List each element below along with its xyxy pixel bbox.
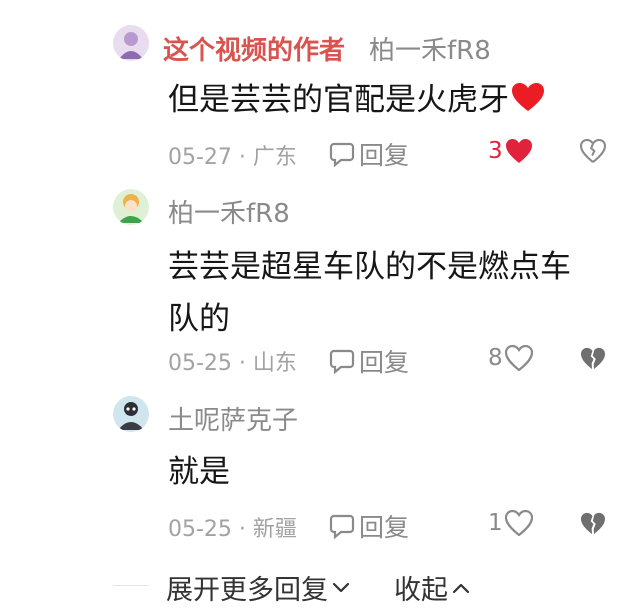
comment-text-line-2: 队的	[168, 301, 230, 337]
comment-text: 芸芸是超星车队的不是燃点车 队的	[168, 241, 571, 345]
dislike-button[interactable]	[579, 138, 607, 167]
collapse-label: 收起	[394, 575, 448, 606]
comment-location: 山东	[252, 351, 297, 376]
avatar-image-icon	[113, 25, 149, 61]
comment-meta: 05-25 · 山东	[168, 351, 297, 376]
collapse-button[interactable]: 收起	[394, 568, 470, 607]
comment-bubble-icon	[329, 142, 355, 167]
like-count: 8	[488, 345, 503, 371]
author-tag: 这个视频的作者	[163, 36, 346, 66]
comment-text-content: 但是芸芸的官配是火虎牙	[168, 82, 509, 118]
heart-outline-icon	[504, 345, 533, 371]
like-button[interactable]: 8	[488, 345, 533, 371]
commenter-name[interactable]: 柏一禾fR8	[168, 193, 290, 230]
comment-date: 05-25	[168, 517, 232, 542]
reply-label: 回复	[359, 141, 410, 170]
comment-meta: 05-25 · 新疆	[168, 517, 297, 542]
dislike-button[interactable]	[580, 347, 606, 375]
reply-button[interactable]: 回复	[329, 343, 409, 379]
like-button[interactable]: 3	[488, 138, 533, 164]
broken-heart-icon	[581, 512, 605, 535]
comment-date: 05-25	[168, 351, 232, 376]
heart-outline-icon	[504, 510, 533, 536]
like-count: 1	[488, 510, 503, 536]
chevron-up-icon	[452, 583, 470, 593]
reply-button[interactable]: 回复	[329, 508, 409, 544]
avatar-image-icon	[113, 396, 149, 432]
avatar-image-icon	[113, 189, 149, 225]
avatar[interactable]	[113, 396, 149, 432]
avatar[interactable]	[113, 25, 149, 61]
comment-text: 就是	[168, 454, 230, 490]
comment-meta: 05-27 · 广东	[168, 145, 297, 170]
expand-more-replies-button[interactable]: 展开更多回复	[166, 568, 350, 607]
divider	[113, 585, 149, 586]
dislike-button[interactable]	[580, 512, 606, 540]
avatar[interactable]	[113, 189, 149, 225]
broken-heart-icon	[579, 138, 607, 163]
reply-label: 回复	[359, 348, 410, 377]
comment-text-line-1: 芸芸是超星车队的不是燃点车	[168, 249, 571, 285]
broken-heart-icon	[581, 347, 605, 370]
expand-label: 展开更多回复	[166, 575, 328, 606]
like-button[interactable]: 1	[488, 510, 533, 536]
heart-filled-icon	[505, 139, 532, 163]
like-count: 3	[488, 138, 503, 164]
comment-text: 但是芸芸的官配是火虎牙	[168, 74, 545, 128]
commenter-name[interactable]: 土呢萨克子	[168, 400, 298, 437]
comment-bubble-icon	[329, 349, 355, 374]
reply-label: 回复	[359, 513, 410, 542]
reply-to-name[interactable]: 柏一禾fR8	[369, 30, 491, 67]
reply-button[interactable]: 回复	[329, 136, 409, 172]
red-heart-emoji-icon	[511, 76, 545, 128]
chevron-down-icon	[332, 582, 350, 592]
comment-date: 05-27	[168, 145, 232, 170]
comment-location: 广东	[252, 145, 297, 170]
comment-bubble-icon	[329, 514, 355, 539]
comment-location: 新疆	[252, 517, 297, 542]
